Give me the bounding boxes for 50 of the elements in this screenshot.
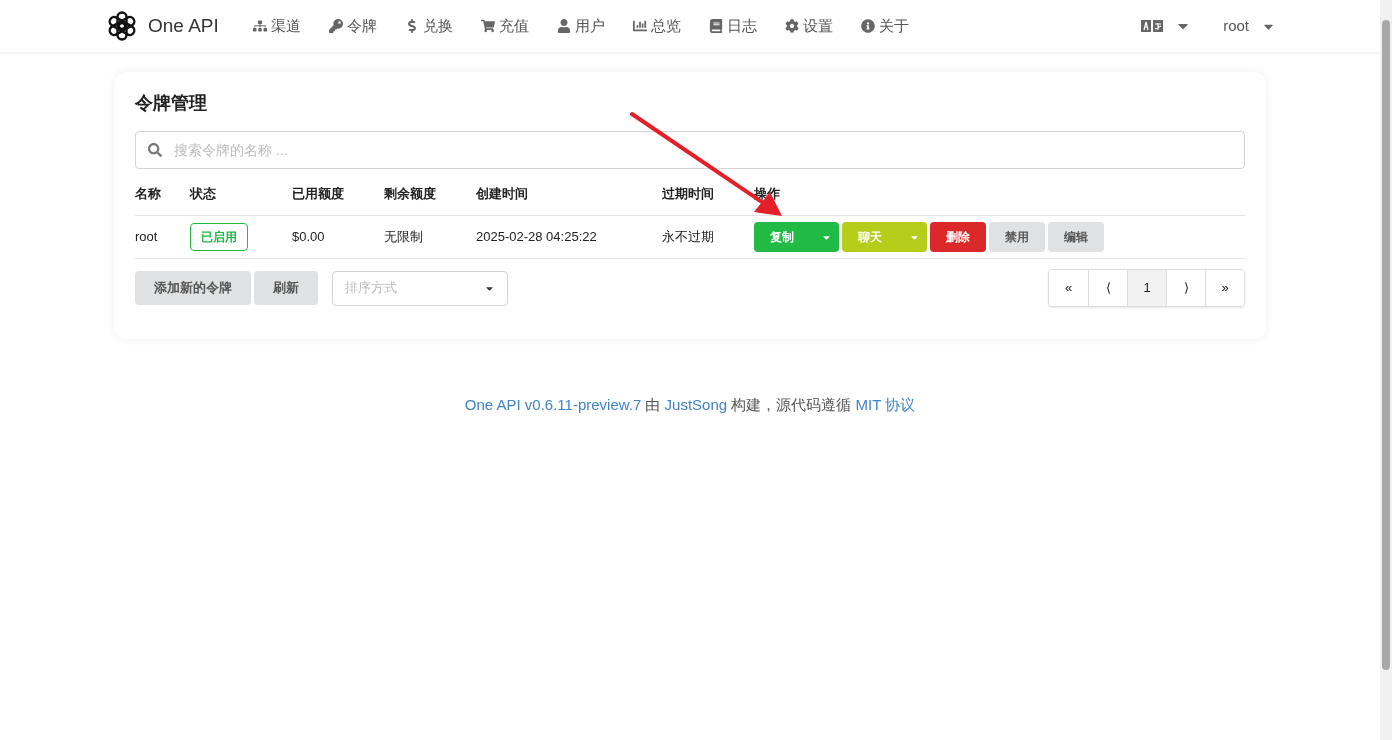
status-badge: 已启用 (190, 223, 248, 251)
gear-icon (784, 19, 799, 33)
column-header: 创建时间 (476, 186, 528, 201)
footer-text: One API v0.6.11-preview.7 由 JustSong 构建，源代码遵循 MIT 协议 (463, 395, 917, 415)
search-field[interactable]: 搜索令牌的名称 ... (135, 131, 1245, 169)
page-button[interactable]: 1 (1127, 270, 1166, 306)
column-header: 过期时间 (662, 186, 714, 201)
table-cell: root (135, 229, 158, 245)
project-link[interactable]: One API v0.6.11-preview.7 (464, 396, 642, 413)
table-cell: $0.00 (292, 229, 325, 245)
page-button[interactable]: » (1205, 270, 1244, 306)
table-cell: 永不过期 (662, 229, 714, 245)
column-header: 已用额度 (292, 186, 344, 201)
translate-icon (1141, 20, 1164, 32)
info-icon (860, 19, 875, 33)
page-button[interactable]: « (1049, 270, 1088, 306)
sitemap-icon (252, 19, 267, 33)
search-icon (148, 143, 162, 157)
key-icon (328, 19, 343, 33)
action-button[interactable]: 编辑 (1048, 222, 1104, 252)
nav-link[interactable]: 用户 (546, 14, 615, 38)
brand-name[interactable]: One API (148, 11, 219, 41)
page-button[interactable]: ⟩ (1166, 270, 1205, 306)
bar-chart-icon (632, 19, 647, 33)
book-icon (708, 19, 723, 33)
action-button[interactable]: 删除 (930, 222, 986, 252)
nav-link[interactable]: 渠道 (242, 14, 311, 38)
nav-link[interactable]: 关于 (850, 14, 919, 38)
toolbar-button[interactable]: 刷新 (254, 271, 318, 305)
toolbar-button[interactable]: 添加新的令牌 (135, 271, 251, 305)
nav-link[interactable]: 令牌 (318, 14, 387, 38)
nav-link[interactable]: 总览 (622, 14, 691, 38)
nav-link[interactable]: 充值 (470, 14, 539, 38)
user-icon (556, 19, 571, 33)
column-header: 名称 (135, 186, 161, 201)
table-cell: 2025-02-28 04:25:22 (476, 229, 597, 245)
nav-link[interactable]: 设置 (774, 14, 843, 38)
license-link[interactable]: MIT 协议 (855, 396, 916, 413)
author-link[interactable]: JustSong (664, 396, 728, 413)
table-cell: 无限制 (384, 229, 423, 245)
action-button[interactable]: 禁用 (989, 222, 1045, 252)
nav-link[interactable]: 兑换 (394, 14, 463, 38)
cart-icon (480, 19, 495, 33)
nav-link[interactable]: 日志 (698, 14, 767, 38)
scrollbar[interactable] (1380, 0, 1392, 740)
page-button[interactable]: ⟨ (1088, 270, 1127, 306)
column-header: 状态 (190, 186, 216, 201)
card-title: 令牌管理 (135, 92, 208, 115)
column-header: 剩余额度 (384, 186, 436, 201)
user-menu[interactable]: root (1223, 14, 1276, 38)
